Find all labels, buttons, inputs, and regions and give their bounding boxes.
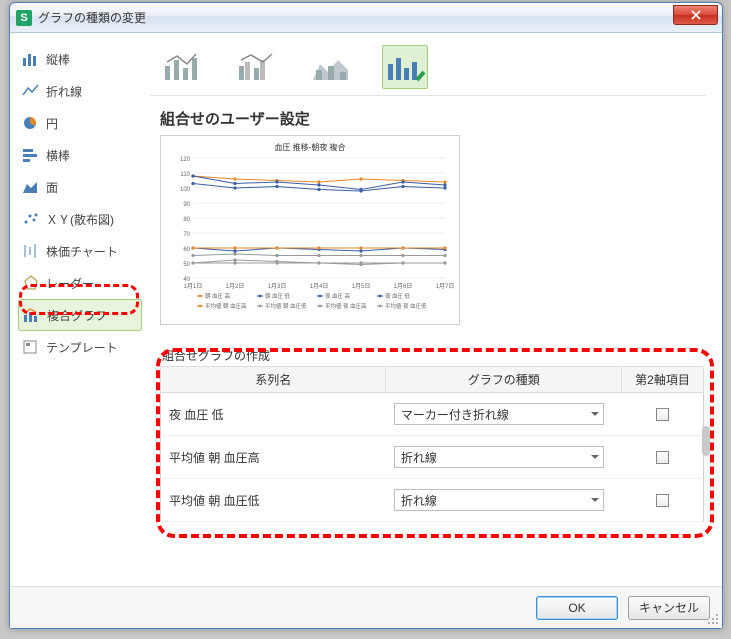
series-name-cell: 平均値 朝 血圧高: [161, 436, 386, 479]
axis2-checkbox[interactable]: [656, 408, 669, 421]
svg-text:夜 血圧 高: 夜 血圧 高: [325, 292, 351, 300]
sidebar-item-label: 複合グラフ: [47, 307, 107, 324]
svg-text:1月7日: 1月7日: [436, 283, 455, 290]
sidebar-item-bar[interactable]: 横棒: [18, 139, 142, 171]
subtype-thumb-3[interactable]: [308, 45, 354, 89]
sidebar-item-label: ＸＹ(散布図): [46, 211, 114, 228]
chevron-down-icon: [591, 455, 599, 459]
table-row: 夜 血圧 低 マーカー付き折れ線: [161, 393, 704, 436]
scroll-thumb[interactable]: [702, 426, 710, 456]
svg-text:平均値 朝 血圧低: 平均値 朝 血圧低: [265, 302, 307, 310]
chevron-down-icon: [591, 412, 599, 416]
svg-text:1月2日: 1月2日: [226, 283, 245, 290]
bar-chart-icon: [22, 147, 40, 163]
pie-chart-icon: [22, 115, 40, 131]
dialog-footer: OK キャンセル: [10, 586, 722, 628]
chart-type-select[interactable]: マーカー付き折れ線: [394, 403, 604, 425]
sidebar-item-label: 縦棒: [46, 51, 70, 68]
sidebar-item-stock[interactable]: 株価チャート: [18, 235, 142, 267]
series-table-wrap: 系列名 グラフの種類 第2軸項目 夜 血圧 低 マーカー付き折れ線 平均値 朝 …: [160, 366, 704, 522]
table-scrollbar[interactable]: [702, 378, 710, 533]
svg-text:1月5日: 1月5日: [352, 283, 371, 290]
axis2-checkbox[interactable]: [656, 451, 669, 464]
sidebar-item-label: 円: [46, 115, 58, 132]
subtype-row: [150, 39, 706, 96]
line-chart-icon: [22, 83, 40, 99]
section-title: 組合せのユーザー設定: [160, 108, 712, 129]
sidebar-item-label: テンプレート: [46, 339, 118, 356]
svg-text:110: 110: [180, 172, 190, 178]
combo-chart-icon: [23, 307, 41, 323]
sidebar-item-combo[interactable]: 複合グラフ: [18, 299, 142, 331]
scatter-chart-icon: [22, 211, 40, 227]
stock-chart-icon: [22, 243, 40, 259]
svg-text:120: 120: [180, 157, 191, 163]
cancel-button[interactable]: キャンセル: [628, 596, 710, 620]
svg-text:90: 90: [183, 202, 190, 208]
svg-text:朝 血圧 高: 朝 血圧 高: [205, 292, 231, 300]
svg-text:1月6日: 1月6日: [394, 283, 413, 290]
col-chart-type: グラフの種類: [386, 367, 622, 393]
svg-text:50: 50: [183, 262, 190, 268]
svg-text:100: 100: [180, 187, 191, 193]
svg-text:夜 血圧 低: 夜 血圧 低: [385, 292, 411, 300]
subtype-thumb-4[interactable]: [382, 45, 428, 89]
sidebar-item-label: 面: [46, 179, 58, 196]
app-icon: S: [16, 10, 32, 26]
sidebar-item-label: 横棒: [46, 147, 70, 164]
chart-preview: 血圧 推移-朝夜 複合 40 50 60 70 80 90 100 110 120 1月1日 1月2日…: [160, 135, 460, 325]
svg-text:1月4日: 1月4日: [310, 283, 329, 290]
chart-type-select[interactable]: 折れ線: [394, 489, 604, 511]
close-icon: [690, 10, 702, 20]
col-axis2: 第2軸項目: [622, 367, 704, 393]
sidebar-item-radar[interactable]: レーダー: [18, 267, 142, 299]
svg-text:1月1日: 1月1日: [184, 283, 203, 290]
subtype-thumb-2[interactable]: [234, 45, 280, 89]
sidebar-item-scatter[interactable]: ＸＹ(散布図): [18, 203, 142, 235]
resize-grip-icon[interactable]: [707, 613, 719, 625]
series-table: 系列名 グラフの種類 第2軸項目 夜 血圧 低 マーカー付き折れ線 平均値 朝 …: [160, 366, 704, 522]
table-title: 組合せグラフの作成: [162, 347, 712, 364]
sidebar-item-area[interactable]: 面: [18, 171, 142, 203]
table-row: 平均値 朝 血圧高 折れ線: [161, 436, 704, 479]
subtype-thumb-1[interactable]: [160, 45, 206, 89]
svg-text:70: 70: [183, 232, 190, 238]
sidebar-item-column[interactable]: 縦棒: [18, 43, 142, 75]
axis2-checkbox[interactable]: [656, 494, 669, 507]
dialog-body: 縦棒 折れ線 円 横棒 面 ＸＹ(散布図): [10, 33, 722, 586]
svg-text:朝 血圧 低: 朝 血圧 低: [265, 292, 291, 300]
chart-type-sidebar: 縦棒 折れ線 円 横棒 面 ＸＹ(散布図): [10, 33, 150, 586]
svg-text:60: 60: [183, 247, 190, 253]
area-chart-icon: [22, 179, 40, 195]
column-chart-icon: [22, 51, 40, 67]
radar-chart-icon: [22, 275, 40, 291]
svg-text:1月3日: 1月3日: [268, 283, 287, 290]
svg-text:平均値 朝 血圧高: 平均値 朝 血圧高: [205, 302, 247, 310]
chevron-down-icon: [591, 498, 599, 502]
svg-text:平均値 夜 血圧低: 平均値 夜 血圧低: [385, 302, 427, 310]
sidebar-item-label: 株価チャート: [46, 243, 118, 260]
svg-text:80: 80: [183, 217, 190, 223]
series-name-cell: 平均値 朝 血圧低: [161, 479, 386, 522]
chart-type-select[interactable]: 折れ線: [394, 446, 604, 468]
svg-text:血圧 推移-朝夜 複合: 血圧 推移-朝夜 複合: [274, 142, 345, 152]
titlebar[interactable]: S グラフの種類の変更: [10, 3, 722, 33]
table-row: 平均値 朝 血圧低 折れ線: [161, 479, 704, 522]
dialog-title: グラフの種類の変更: [38, 9, 146, 26]
sidebar-item-label: レーダー: [46, 275, 94, 292]
svg-text:40: 40: [183, 277, 190, 283]
main-panel: 組合せのユーザー設定 血圧 推移-朝夜 複合 40 50 60 70 80 90 100 110…: [150, 33, 722, 586]
template-icon: [22, 339, 40, 355]
close-button[interactable]: [673, 5, 718, 25]
svg-text:平均値 夜 血圧高: 平均値 夜 血圧高: [325, 302, 367, 310]
sidebar-item-label: 折れ線: [46, 83, 82, 100]
sidebar-item-pie[interactable]: 円: [18, 107, 142, 139]
sidebar-item-template[interactable]: テンプレート: [18, 331, 142, 363]
series-name-cell: 夜 血圧 低: [161, 393, 386, 436]
col-series-name: 系列名: [161, 367, 386, 393]
sidebar-item-line[interactable]: 折れ線: [18, 75, 142, 107]
dialog-window: S グラフの種類の変更 縦棒 折れ線 円 横棒: [9, 2, 723, 629]
ok-button[interactable]: OK: [536, 596, 618, 620]
